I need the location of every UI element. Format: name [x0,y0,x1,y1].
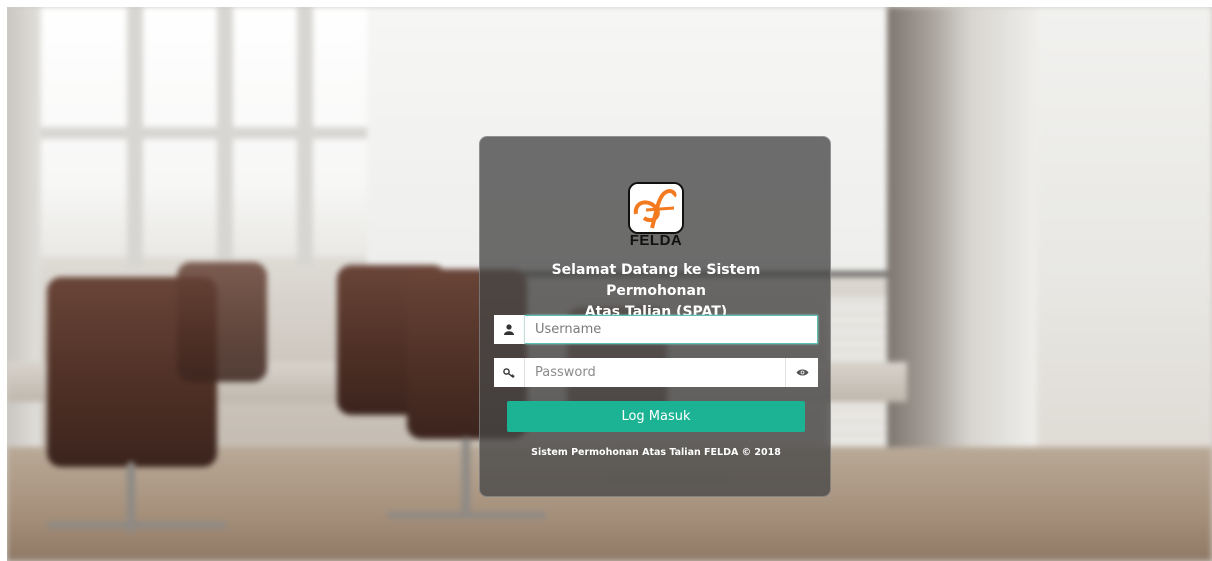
felda-f-logo-icon [628,182,684,234]
password-input[interactable] [525,358,785,387]
felda-logo-text: FELDA [629,232,683,249]
copyright-footer: Sistem Permohonan Atas Talian FELDA © 20… [531,447,781,458]
user-icon [494,315,525,344]
login-button[interactable]: Log Masuk [507,401,805,432]
page-background: FELDA Selamat Datang ke Sistem Permohona… [7,7,1212,561]
felda-logo: FELDA [628,182,684,252]
username-input[interactable] [525,315,818,344]
show-password-toggle[interactable] [785,358,818,387]
key-icon [494,358,525,387]
welcome-line-1: Selamat Datang ke Sistem Permohonan [551,262,761,299]
login-card: FELDA Selamat Datang ke Sistem Permohona… [479,136,831,497]
eye-icon[interactable] [796,368,809,377]
username-field-group [494,315,818,344]
welcome-heading: Selamat Datang ke Sistem Permohonan Atas… [500,260,812,323]
password-field-group [494,358,818,387]
